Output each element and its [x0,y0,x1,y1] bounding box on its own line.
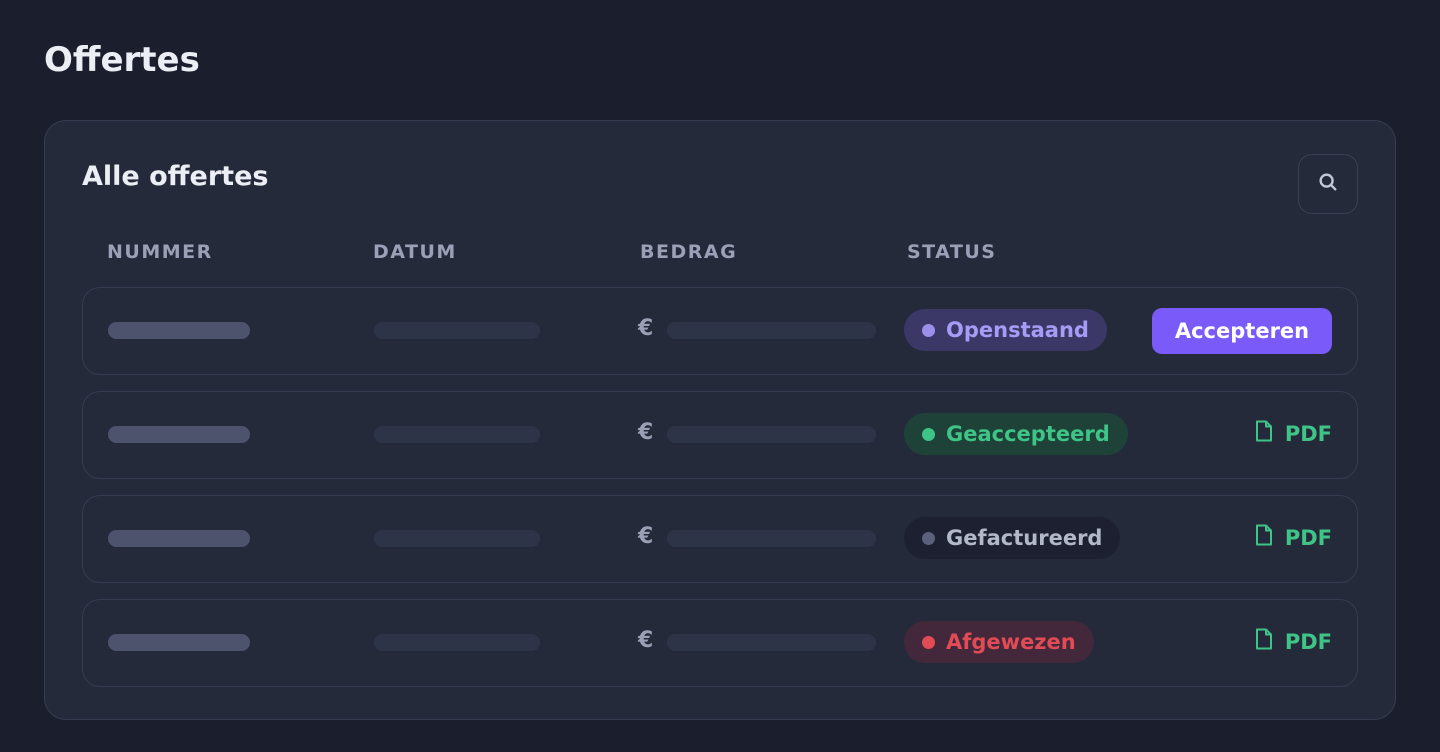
pdf-label: PDF [1284,421,1332,446]
status-dot [922,635,935,649]
column-header-status: STATUS [907,241,997,263]
file-icon [1255,420,1285,447]
status-badge: Afgewezen [904,621,1094,663]
search-icon [1317,171,1339,197]
amount-placeholder [667,530,876,547]
accept-button[interactable]: Accepteren [1152,308,1332,354]
column-header-nummer: NUMMER [107,241,213,263]
amount-placeholder [667,322,876,339]
number-placeholder [108,322,250,339]
pdf-label: PDF [1284,629,1332,654]
status-badge: Geaccepteerd [904,413,1128,455]
page-title: Offertes [44,40,200,80]
column-header-datum: DATUM [373,241,457,263]
card-title: Alle offertes [82,161,269,192]
pdf-download-link[interactable]: PDF [1255,524,1332,551]
currency-symbol: € [638,628,654,653]
status-badge: Openstaand [904,309,1107,351]
date-placeholder [374,634,540,651]
currency-symbol: € [638,316,654,341]
table-row[interactable]: € Afgewezen PDF [82,599,1358,687]
table-row[interactable]: € Gefactureerd PDF [82,495,1358,583]
number-placeholder [108,634,250,651]
status-label: Openstaand [946,318,1089,342]
offers-card: Alle offertes NUMMER DATUM BEDRAG STATUS… [44,120,1396,720]
date-placeholder [374,322,540,339]
status-label: Gefactureerd [946,526,1103,550]
table-row[interactable]: € Openstaand Accepteren [82,287,1358,375]
amount-placeholder [667,426,876,443]
status-label: Afgewezen [946,630,1076,654]
pdf-download-link[interactable]: PDF [1255,420,1332,447]
status-badge: Gefactureerd [904,517,1121,559]
currency-symbol: € [638,524,654,549]
file-icon [1255,524,1285,551]
pdf-download-link[interactable]: PDF [1255,628,1332,655]
number-placeholder [108,530,250,547]
pdf-label: PDF [1284,525,1332,550]
search-button[interactable] [1298,154,1358,214]
file-icon [1255,628,1285,655]
currency-symbol: € [638,420,654,445]
status-dot [922,427,935,441]
status-dot [922,323,935,337]
table-row[interactable]: € Geaccepteerd PDF [82,391,1358,479]
column-header-bedrag: BEDRAG [640,241,738,263]
number-placeholder [108,426,250,443]
date-placeholder [374,426,540,443]
status-label: Geaccepteerd [946,422,1110,446]
amount-placeholder [667,634,876,651]
status-dot [922,531,935,545]
date-placeholder [374,530,540,547]
